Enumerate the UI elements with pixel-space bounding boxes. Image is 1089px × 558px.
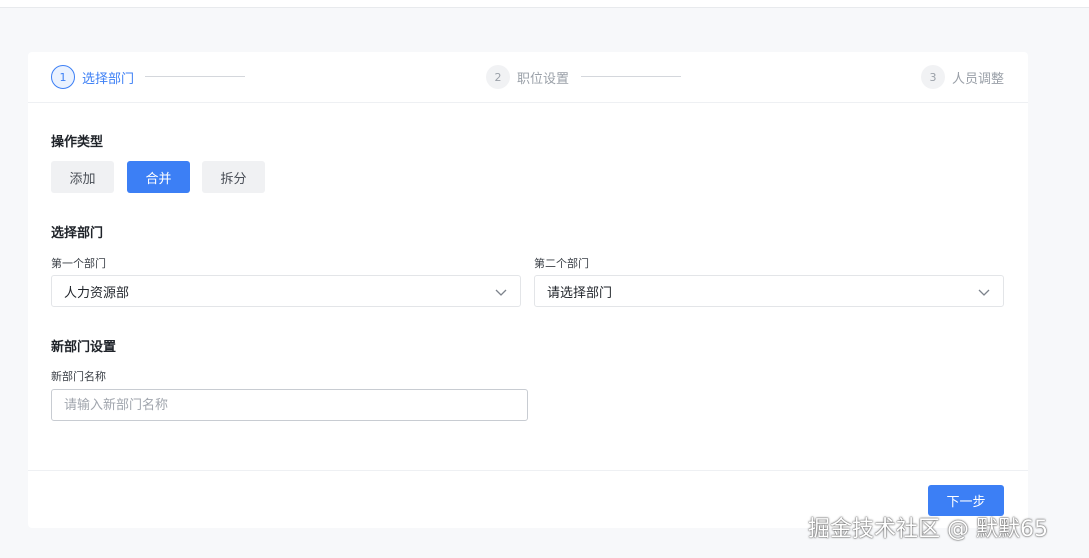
second-department-label: 第二个部门 <box>534 257 589 270</box>
operation-type-title: 操作类型 <box>51 135 104 150</box>
step-2-number: 2 <box>486 65 510 89</box>
step-3[interactable]: 3 人员调整 <box>921 65 1004 89</box>
step-1[interactable]: 1 选择部门 <box>51 65 134 89</box>
new-department-name-label: 新部门名称 <box>51 370 106 383</box>
split-button[interactable]: 拆分 <box>202 161 265 193</box>
second-department-select[interactable]: 请选择部门 <box>534 275 1004 307</box>
merge-button[interactable]: 合并 <box>127 161 190 193</box>
step-connector-1 <box>145 76 245 77</box>
step-2-label: 职位设置 <box>517 71 570 87</box>
select-department-title: 选择部门 <box>51 226 104 241</box>
second-department-value: 请选择部门 <box>547 285 613 301</box>
step-connector-2 <box>581 76 681 77</box>
step-1-label: 选择部门 <box>82 71 135 87</box>
step-3-label: 人员调整 <box>952 71 1005 87</box>
chevron-down-icon <box>495 289 507 296</box>
add-button[interactable]: 添加 <box>51 161 114 193</box>
step-2[interactable]: 2 职位设置 <box>486 65 569 89</box>
wizard-card: 1 选择部门 2 职位设置 3 人员调整 操作类型 添加 合并 拆分 选择部门 … <box>28 52 1028 528</box>
footer-divider <box>28 470 1028 471</box>
new-department-title: 新部门设置 <box>51 340 117 355</box>
new-department-name-input[interactable] <box>51 389 528 421</box>
chevron-down-icon <box>978 289 990 296</box>
first-department-select[interactable]: 人力资源部 <box>51 275 521 307</box>
first-department-label: 第一个部门 <box>51 257 106 270</box>
step-3-number: 3 <box>921 65 945 89</box>
watermark: 掘金技术社区 @ 默默65 <box>808 517 1048 542</box>
top-bar <box>0 0 1089 8</box>
first-department-value: 人力资源部 <box>64 285 130 301</box>
step-1-number: 1 <box>51 65 75 89</box>
stepper: 1 选择部门 2 职位设置 3 人员调整 <box>28 52 1028 103</box>
